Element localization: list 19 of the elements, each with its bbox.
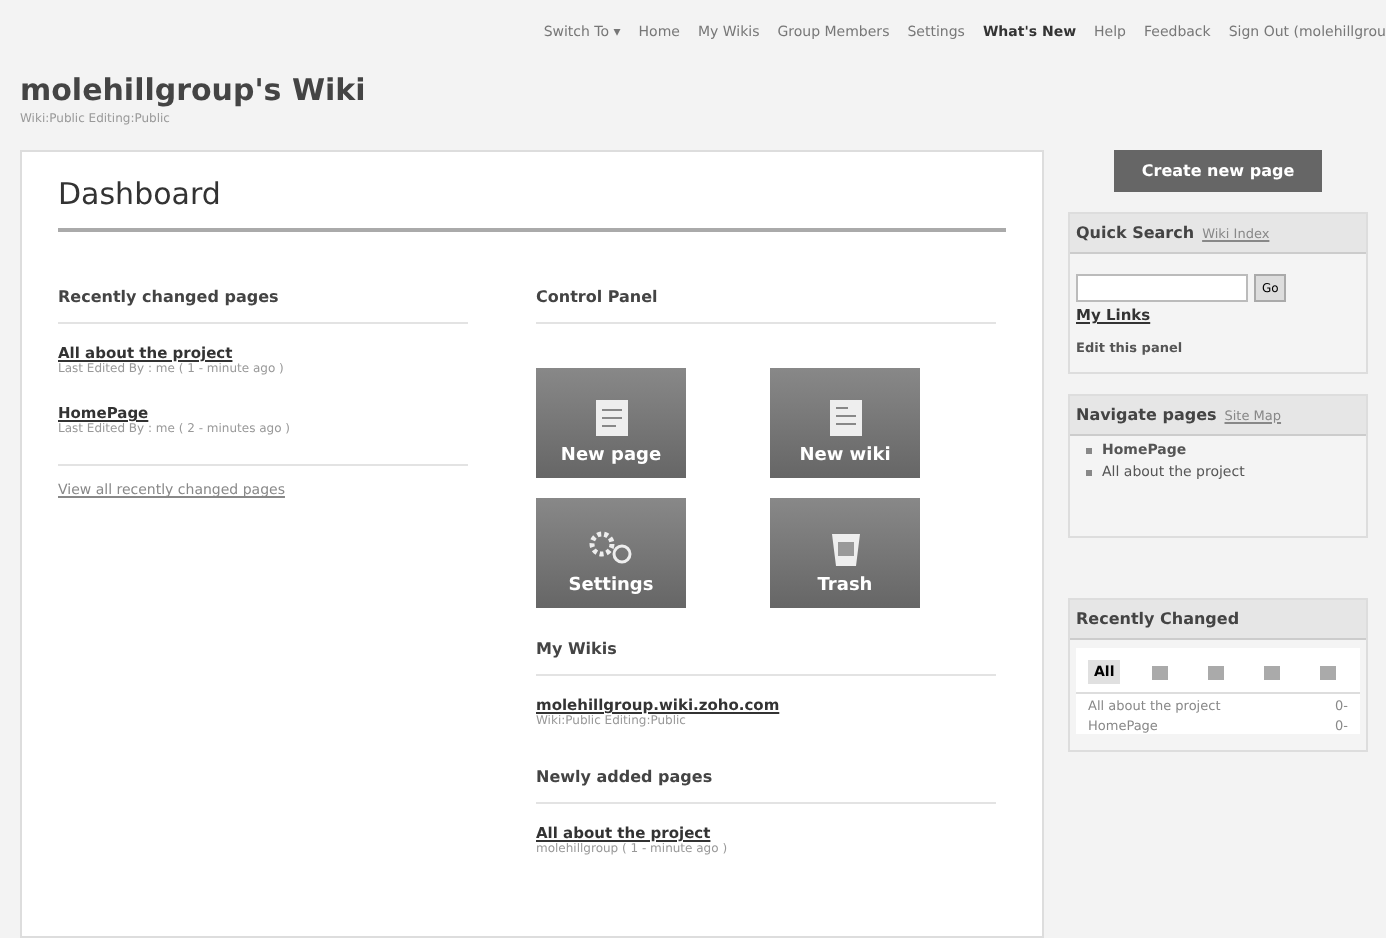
panel-title: Recently Changed: [1076, 610, 1240, 628]
section-heading: Control Panel: [536, 276, 996, 324]
wiki-title: molehillgroup's Wiki: [20, 72, 368, 108]
tile-button[interactable]: Trash: [770, 498, 920, 608]
create-page-button[interactable]: Create new page: [1113, 150, 1323, 192]
document-icon: [825, 398, 865, 438]
search-field[interactable]: [1076, 274, 1248, 302]
page-heading: Dashboard: [58, 176, 1006, 232]
section-heading: Newly added pages: [536, 756, 996, 804]
tile-button[interactable]: New page: [536, 368, 686, 478]
panel-title: Navigate pages: [1076, 406, 1217, 424]
tile-button[interactable]: New wiki: [770, 368, 920, 478]
section-heading: Recently changed pages: [58, 276, 468, 324]
panel-title: Quick Search: [1076, 224, 1195, 242]
bullet-icon: [1086, 469, 1092, 475]
bullet-icon: [1086, 447, 1092, 453]
gears-icon: [585, 528, 637, 568]
tile-button[interactable]: Settings: [536, 498, 686, 608]
section-heading: My Wikis: [536, 628, 996, 676]
